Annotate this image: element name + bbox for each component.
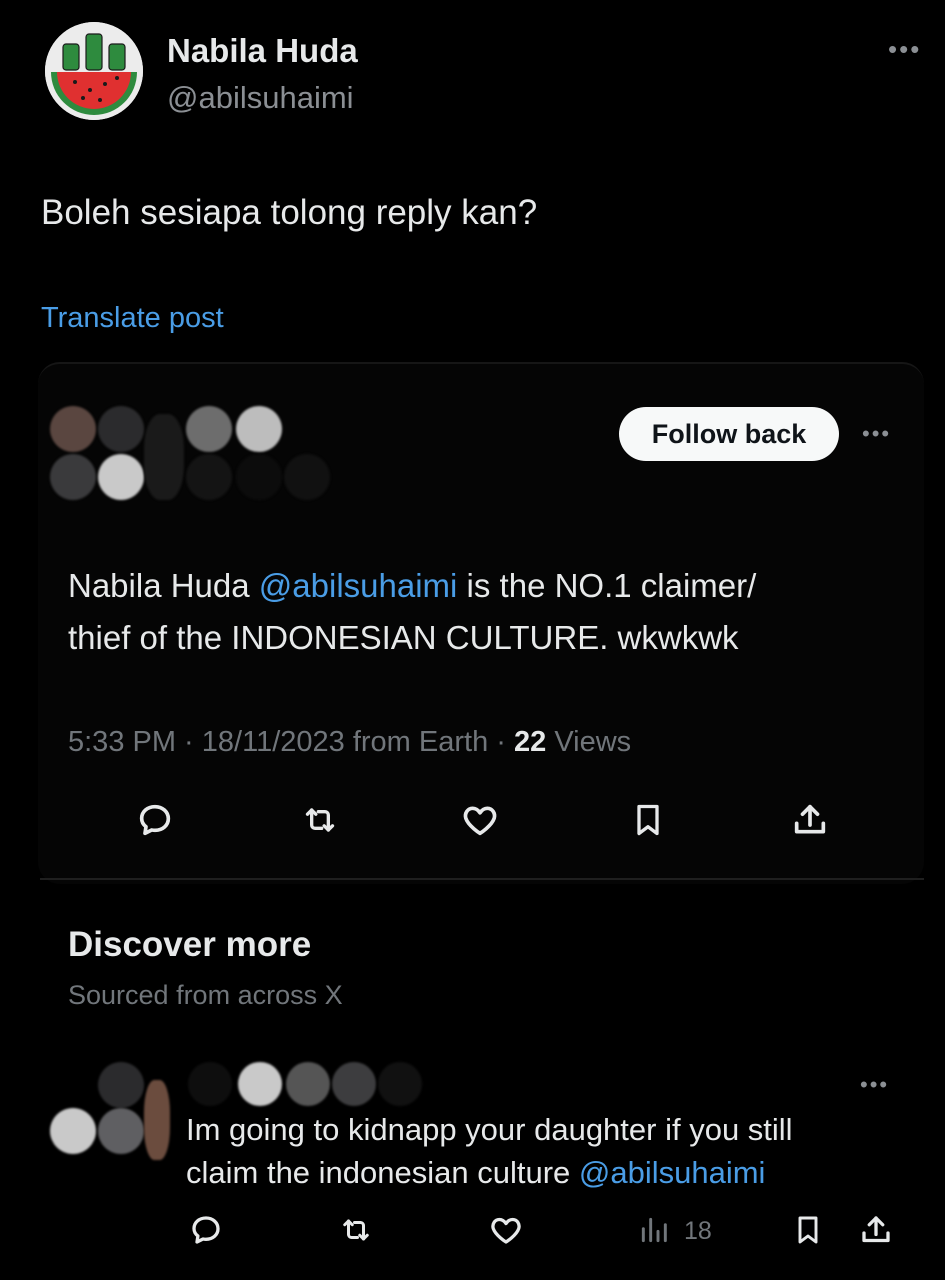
author-handle[interactable]: @abilsuhaimi bbox=[167, 80, 354, 116]
bookmark-icon[interactable] bbox=[788, 1210, 828, 1250]
more-dots-icon[interactable]: ••• bbox=[862, 421, 891, 447]
heart-icon[interactable] bbox=[486, 1210, 526, 1250]
meta-separator: · bbox=[176, 726, 202, 758]
author-name[interactable]: Nabila Huda bbox=[167, 32, 358, 70]
discover-subtitle: Sourced from across X bbox=[68, 980, 343, 1010]
retweet-icon[interactable] bbox=[298, 798, 342, 842]
redacted-author bbox=[46, 404, 336, 504]
share-icon[interactable] bbox=[856, 1210, 896, 1250]
mention-link[interactable]: @abilsuhaimi bbox=[579, 1155, 766, 1190]
more-dots-icon[interactable]: ••• bbox=[860, 1072, 889, 1098]
reply-icon[interactable] bbox=[186, 1210, 226, 1250]
post-time[interactable]: 5:33 PM bbox=[68, 726, 176, 758]
post-source: from Earth bbox=[344, 726, 489, 758]
post-meta: 5:33 PM · 18/11/2023 from Earth · 22 Vie… bbox=[68, 726, 631, 759]
views-count: 22 bbox=[514, 726, 547, 758]
retweet-icon[interactable] bbox=[336, 1210, 376, 1250]
views-chart-icon[interactable] bbox=[636, 1212, 672, 1248]
mention-link[interactable]: @abilsuhaimi bbox=[259, 567, 458, 604]
post-date[interactable]: 18/11/2023 bbox=[202, 726, 345, 758]
discover-title: Discover more bbox=[68, 925, 312, 964]
reply-post-text: Im going to kidnapp your daughter if you… bbox=[186, 1108, 926, 1194]
meta-separator: · bbox=[488, 726, 514, 758]
views-label: Views bbox=[546, 726, 632, 758]
translate-post-link[interactable]: Translate post bbox=[41, 302, 224, 335]
more-dots-icon[interactable]: ••• bbox=[888, 34, 921, 65]
heart-icon[interactable] bbox=[458, 798, 502, 842]
quoted-text-part: Nabila Huda bbox=[68, 567, 259, 604]
quoted-post-text: Nabila Huda @abilsuhaimi is the NO.1 cla… bbox=[68, 560, 908, 664]
follow-back-button[interactable]: Follow back bbox=[619, 407, 839, 461]
reply-text-line: Im going to kidnapp your daughter if you… bbox=[186, 1112, 793, 1147]
reply-icon[interactable] bbox=[133, 798, 177, 842]
quoted-text-part: thief of the INDONESIAN CULTURE. wkwkwk bbox=[68, 619, 739, 656]
quoted-text-part: is the NO.1 claimer/ bbox=[457, 567, 757, 604]
reply-text-part: claim the indonesian culture bbox=[186, 1155, 579, 1190]
reply-views-count: 18 bbox=[684, 1217, 712, 1245]
share-icon[interactable] bbox=[788, 798, 832, 842]
watermelon-fist-icon bbox=[45, 22, 143, 120]
bookmark-icon[interactable] bbox=[626, 798, 670, 842]
author-avatar[interactable] bbox=[45, 22, 143, 120]
divider bbox=[40, 878, 924, 880]
post-text: Boleh sesiapa tolong reply kan? bbox=[41, 193, 538, 232]
